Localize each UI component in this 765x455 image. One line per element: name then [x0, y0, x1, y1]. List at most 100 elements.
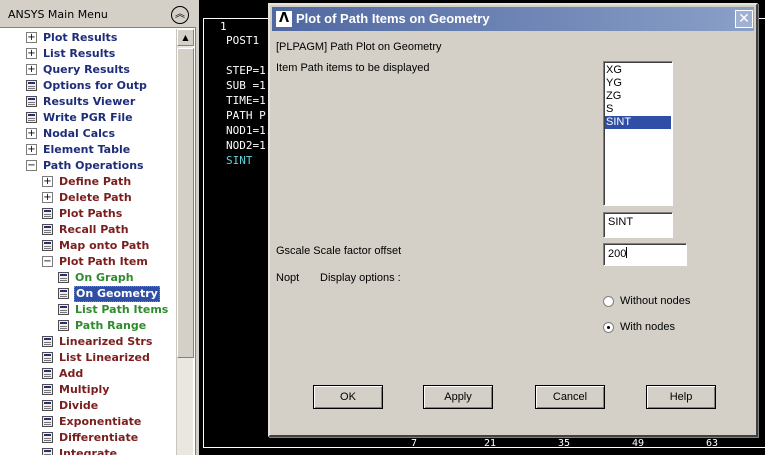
main-menu-header: ANSYS Main Menu ︽ [0, 0, 196, 28]
item-value-text: SINT [608, 216, 634, 228]
window-number: 1 [220, 20, 227, 33]
gscale-input[interactable]: 200 [603, 243, 687, 266]
menu-item-label: Integrate [59, 447, 118, 455]
menu-item-label: Write PGR File [43, 111, 133, 124]
main-menu-panel: ANSYS Main Menu ︽ + Plot Results + List Res… [0, 0, 196, 455]
menu-item-label: Results Viewer [43, 95, 136, 108]
item-label: Item Path items to be displayed [276, 62, 430, 74]
without-nodes-label: Without nodes [620, 295, 691, 307]
expand-icon[interactable]: + [26, 48, 37, 59]
command-icon [26, 96, 37, 107]
graphics-legend-line: SUB =1 [226, 79, 266, 92]
dialog-titlebar[interactable]: Λ Plot of Path Items on Geometry ✕ [272, 7, 754, 31]
graphics-legend-line: STEP=1 [226, 64, 266, 77]
menu-item-label: Plot Results [43, 31, 118, 44]
menu-item-label: Path Operations [43, 159, 144, 172]
list-option[interactable]: ZG [605, 90, 671, 103]
menu-tree: + Plot Results + List Results + Query Results… [0, 29, 176, 455]
command-icon [42, 416, 53, 427]
graphics-legend-line: SINT [226, 154, 253, 167]
menu-item-label: Query Results [43, 63, 130, 76]
command-icon [42, 352, 53, 363]
menu-item-label: Delete Path [59, 191, 132, 204]
menu-scrollbar[interactable]: ▲ [176, 29, 194, 455]
apply-button[interactable]: Apply [423, 385, 493, 409]
expand-icon[interactable]: + [26, 64, 37, 75]
menu-item-label: Plot Path Item [59, 255, 148, 268]
with-nodes-label: With nodes [620, 321, 676, 333]
command-icon [58, 288, 69, 299]
cancel-button[interactable]: Cancel [535, 385, 605, 409]
menu-item-label: Exponentiate [59, 415, 142, 428]
close-icon[interactable]: ✕ [735, 10, 753, 28]
expand-icon[interactable]: + [42, 192, 53, 203]
menu-item-label: List Linearized [59, 351, 150, 364]
command-icon [42, 448, 53, 455]
command-icon [58, 272, 69, 283]
command-icon [42, 224, 53, 235]
axis-tick-label: 21 [484, 438, 497, 449]
collapse-icon[interactable]: − [26, 160, 37, 171]
ok-button[interactable]: OK [313, 385, 383, 409]
menu-item-label: Path Range [75, 319, 147, 332]
gscale-value: 200 [608, 248, 627, 260]
menu-item-label: Recall Path [59, 223, 129, 236]
collapse-icon[interactable]: − [42, 256, 53, 267]
axis-tick-label: 7 [411, 438, 418, 449]
axis-tick-label: 49 [632, 438, 645, 449]
scroll-thumb[interactable] [177, 48, 194, 358]
scroll-up-arrow-icon[interactable]: ▲ [177, 29, 194, 46]
command-icon [42, 368, 53, 379]
menu-item-label: Plot Paths [59, 207, 123, 220]
command-icon [42, 400, 53, 411]
command-icon [42, 432, 53, 443]
menu-item-label: List Results [43, 47, 116, 60]
item-value-field[interactable]: SINT [603, 212, 673, 238]
graphics-legend-line: PATH P [226, 109, 266, 122]
plot-path-items-dialog: Λ Plot of Path Items on Geometry ✕ [PLPA… [268, 3, 758, 437]
menu-item-label: Element Table [43, 143, 131, 156]
menu-item-label: Differentiate [59, 431, 139, 444]
text-cursor [626, 247, 628, 258]
radio-button-icon[interactable] [603, 322, 614, 333]
path-items-listbox[interactable]: XG YG ZG S SINT [603, 61, 673, 206]
command-icon [42, 240, 53, 251]
axis-tick-label: 63 [706, 438, 719, 449]
list-option[interactable]: YG [605, 77, 671, 90]
dialog-title: Plot of Path Items on Geometry [296, 11, 490, 26]
menu-item-label: Add [59, 367, 84, 380]
expand-icon[interactable]: + [42, 176, 53, 187]
command-icon [26, 80, 37, 91]
expand-icon[interactable]: + [26, 144, 37, 155]
list-option[interactable]: S [605, 103, 671, 116]
nopt-description: Display options : [320, 272, 401, 284]
help-button[interactable]: Help [646, 385, 716, 409]
graphics-legend-line: POST1 [226, 34, 260, 47]
command-icon [42, 336, 53, 347]
radio-button-icon[interactable] [603, 296, 614, 307]
expand-icon[interactable]: + [26, 128, 37, 139]
list-option[interactable]: XG [605, 64, 671, 77]
menu-item-label: On Graph [75, 271, 134, 284]
nopt-label: Nopt [276, 272, 300, 284]
menu-item-label: On Geometry [74, 286, 160, 302]
menu-item-label: Map onto Path [59, 239, 150, 252]
axis-tick-label: 35 [558, 438, 571, 449]
collapse-menu-icon[interactable]: ︽ [171, 6, 189, 24]
ansys-logo-icon: Λ [276, 11, 292, 27]
graphics-legend-line: NOD1=1 [226, 124, 266, 137]
menu-item-label: Multiply [59, 383, 110, 396]
menu-item-label: Divide [59, 399, 99, 412]
expand-icon[interactable]: + [26, 32, 37, 43]
command-icon [42, 208, 53, 219]
graphics-legend-line: TIME=1 [226, 94, 266, 107]
menu-item-label: Nodal Calcs [43, 127, 115, 140]
list-option[interactable]: SINT [605, 116, 671, 129]
menu-item-label: Define Path [59, 175, 132, 188]
gscale-label: Gscale Scale factor offset [276, 245, 402, 257]
command-icon [58, 320, 69, 331]
menu-item-label: List Path Items [75, 303, 169, 316]
command-icon [58, 304, 69, 315]
graphics-legend-line: NOD2=1 [226, 139, 266, 152]
command-label: [PLPAGM] Path Plot on Geometry [276, 41, 442, 53]
